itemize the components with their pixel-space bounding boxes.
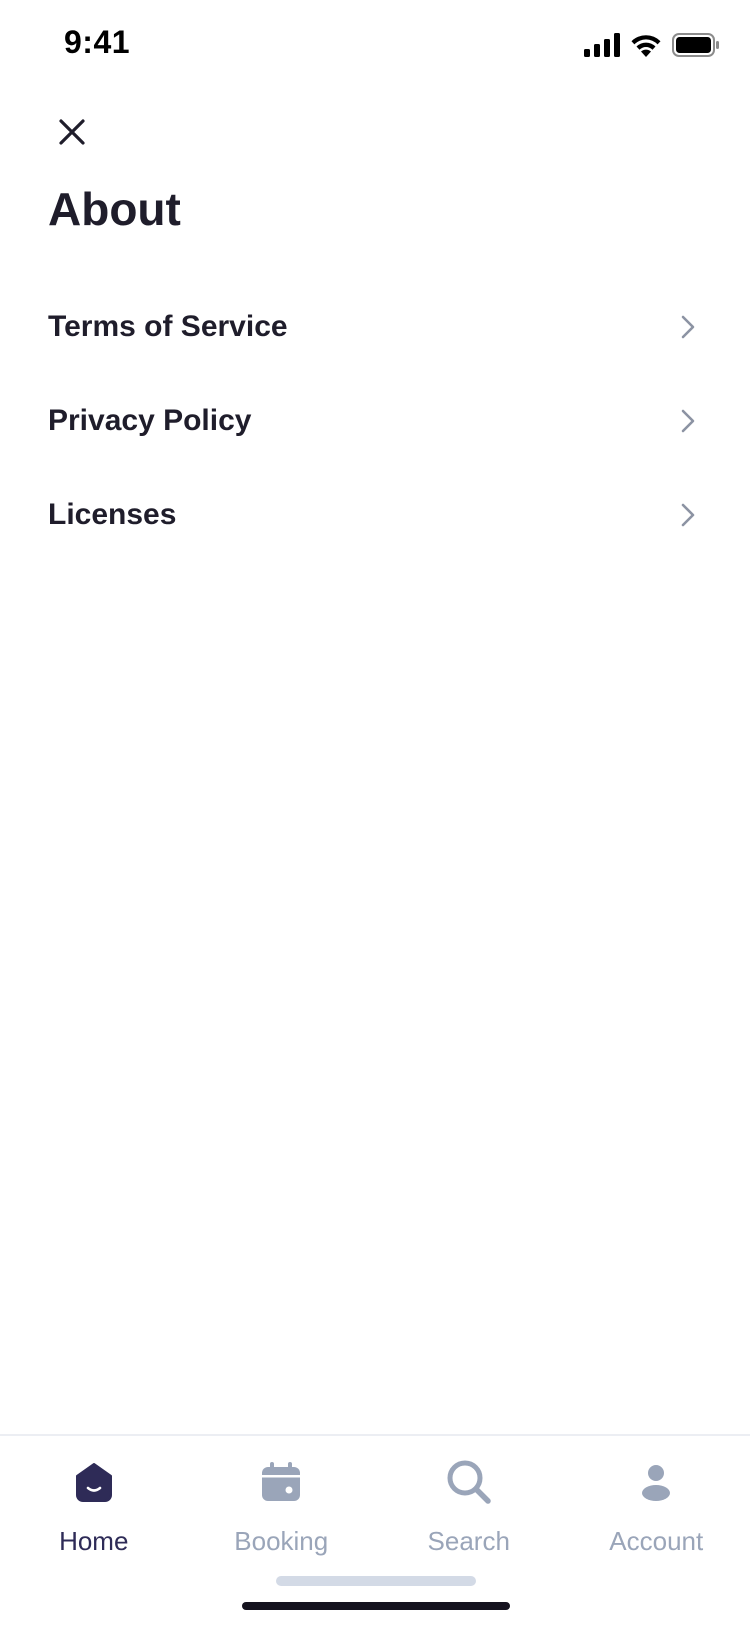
page-title: About: [48, 182, 181, 236]
calendar-icon: [253, 1454, 309, 1510]
menu-item-terms-of-service[interactable]: Terms of Service: [0, 280, 750, 374]
chevron-right-icon: [678, 501, 698, 529]
tab-label: Search: [428, 1526, 510, 1557]
home-indicator[interactable]: [242, 1602, 510, 1610]
about-menu-list: Terms of Service Privacy Policy Licenses: [0, 280, 750, 562]
tab-label: Home: [59, 1526, 128, 1557]
menu-item-label: Terms of Service: [48, 310, 678, 344]
menu-item-label: Licenses: [48, 498, 678, 532]
account-icon: [628, 1454, 684, 1510]
menu-item-label: Privacy Policy: [48, 404, 678, 438]
chevron-right-icon: [678, 313, 698, 341]
bottom-tab-bar: Home Booking Search: [0, 1434, 750, 1626]
battery-icon: [672, 33, 720, 62]
wifi-icon: [630, 33, 662, 62]
menu-item-licenses[interactable]: Licenses: [0, 468, 750, 562]
status-time: 9:41: [64, 24, 130, 61]
tab-booking[interactable]: Booking: [188, 1436, 376, 1566]
menu-item-privacy-policy[interactable]: Privacy Policy: [0, 374, 750, 468]
tab-account[interactable]: Account: [563, 1436, 750, 1566]
tab-label: Booking: [234, 1526, 328, 1557]
tab-home[interactable]: Home: [0, 1436, 188, 1566]
status-icons: [584, 30, 720, 64]
close-icon: [58, 118, 86, 151]
cellular-signal-icon: [584, 33, 620, 62]
status-bar: 9:41: [0, 0, 750, 94]
tab-label: Account: [609, 1526, 703, 1557]
tab-search[interactable]: Search: [375, 1436, 563, 1566]
search-icon: [441, 1454, 497, 1510]
chevron-right-icon: [678, 407, 698, 435]
scroll-indicator: [276, 1576, 476, 1586]
home-icon: [66, 1454, 122, 1510]
close-button[interactable]: [44, 106, 100, 162]
